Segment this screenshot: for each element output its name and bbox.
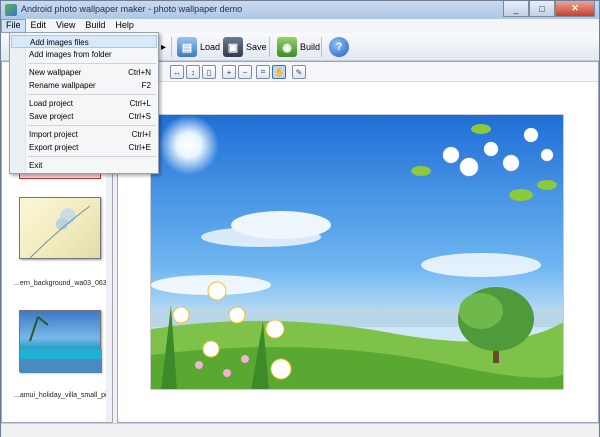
menu-item-save-project[interactable]: Save project Ctrl+S xyxy=(11,110,157,123)
menu-item-export-project[interactable]: Export project Ctrl+E xyxy=(11,141,157,154)
menu-item-label: Load project xyxy=(29,99,74,108)
close-button[interactable]: ✕ xyxy=(555,1,595,17)
toolbar-separator xyxy=(321,37,322,57)
menu-item-label: Export project xyxy=(29,143,79,152)
floppy-disk-icon: ▣ xyxy=(223,37,243,57)
menu-item-shortcut: Ctrl+L xyxy=(129,99,151,108)
toolbar-separator xyxy=(269,37,270,57)
minimize-button[interactable]: _ xyxy=(503,1,529,17)
zoom-in-icon[interactable]: + xyxy=(222,65,236,79)
menu-item-new-wallpaper[interactable]: New wallpaper Ctrl+N xyxy=(11,66,157,79)
build-label: Build xyxy=(300,42,321,52)
menu-file[interactable]: File xyxy=(1,19,26,33)
help-button[interactable]: ? xyxy=(329,36,349,58)
pool-villa-icon xyxy=(20,316,102,373)
menu-item-label: Save project xyxy=(29,112,74,121)
menu-item-label: Add images from folder xyxy=(29,50,112,59)
menu-item-exit[interactable]: Exit xyxy=(11,159,157,172)
editor-area: ↔ ↕ ▯ + − ⌗ ✋ ✎ xyxy=(117,61,599,423)
menu-view[interactable]: View xyxy=(51,19,80,33)
load-label: Load xyxy=(200,42,221,52)
thumbnail-caption: ...ern_background_wa03_063l xyxy=(14,280,109,287)
menu-item-rename-wallpaper[interactable]: Rename wallpaper F2 xyxy=(11,79,157,92)
crop-icon[interactable]: ⌗ xyxy=(256,65,270,79)
menu-item-shortcut: Ctrl+N xyxy=(128,68,151,77)
pan-hand-icon[interactable]: ✋ xyxy=(272,65,286,79)
menu-help[interactable]: Help xyxy=(110,19,139,33)
new-arrow-button[interactable]: ▸ xyxy=(161,36,166,58)
menu-item-shortcut: Ctrl+E xyxy=(128,143,151,152)
thumbnail-image[interactable] xyxy=(19,310,102,373)
page-icon[interactable]: ▯ xyxy=(202,65,216,79)
menu-item-import-project[interactable]: Import project Ctrl+I xyxy=(11,128,157,141)
toolbar-separator xyxy=(171,37,172,57)
landscape-image xyxy=(151,115,563,389)
menu-build[interactable]: Build xyxy=(80,19,110,33)
title-bar: Android photo wallpaper maker - photo wa… xyxy=(1,1,599,19)
menu-separator xyxy=(28,156,156,157)
window-title: Android photo wallpaper maker - photo wa… xyxy=(21,4,243,14)
menu-separator xyxy=(28,63,156,64)
fit-width-icon[interactable]: ↔ xyxy=(170,65,184,79)
menu-item-load-project[interactable]: Load project Ctrl+L xyxy=(11,97,157,110)
edit-icon[interactable]: ✎ xyxy=(292,65,306,79)
menu-item-label: Exit xyxy=(29,161,43,170)
menu-edit[interactable]: Edit xyxy=(26,19,52,33)
menu-item-add-images-files[interactable]: Add images files xyxy=(11,35,157,48)
menu-separator xyxy=(28,94,156,95)
android-build-icon: ◉ xyxy=(277,37,297,57)
thumbnail-image[interactable] xyxy=(19,197,101,259)
status-bar xyxy=(1,423,599,437)
build-button[interactable]: ◉ Build xyxy=(277,36,320,58)
menu-item-label: New wallpaper xyxy=(29,68,82,77)
app-window: Android photo wallpaper maker - photo wa… xyxy=(0,0,600,437)
folder-open-icon: ▤ xyxy=(177,37,197,57)
save-label: Save xyxy=(246,42,267,52)
flower-pattern-icon xyxy=(29,205,91,259)
menu-item-shortcut: Ctrl+S xyxy=(128,112,151,121)
menu-item-label: Rename wallpaper xyxy=(29,81,96,90)
menu-item-shortcut: Ctrl+I xyxy=(131,130,151,139)
menu-item-label: Add images files xyxy=(30,38,89,47)
load-button[interactable]: ▤ Load xyxy=(177,36,220,58)
thumbnail-caption: ...amui_holiday_villa_small_pic xyxy=(14,392,111,399)
menu-bar: File Edit View Build Help xyxy=(1,19,599,33)
file-menu-dropdown: Add images files Add images from folder … xyxy=(9,32,159,174)
zoom-out-icon[interactable]: − xyxy=(238,65,252,79)
menu-item-label: Import project xyxy=(29,130,78,139)
chevron-right-icon: ▸ xyxy=(161,41,167,53)
wallpaper-preview-image[interactable] xyxy=(150,114,564,390)
menu-item-shortcut: F2 xyxy=(141,81,151,90)
view-toolbar: ↔ ↕ ▯ + − ⌗ ✋ ✎ xyxy=(118,62,598,82)
maximize-button[interactable]: □ xyxy=(529,1,555,17)
fit-height-icon[interactable]: ↕ xyxy=(186,65,200,79)
menu-item-add-images-from-folder[interactable]: Add images from folder xyxy=(11,48,157,61)
save-button[interactable]: ▣ Save xyxy=(223,36,267,58)
app-icon xyxy=(5,4,17,16)
menu-separator xyxy=(28,125,156,126)
help-question-icon: ? xyxy=(329,37,349,57)
